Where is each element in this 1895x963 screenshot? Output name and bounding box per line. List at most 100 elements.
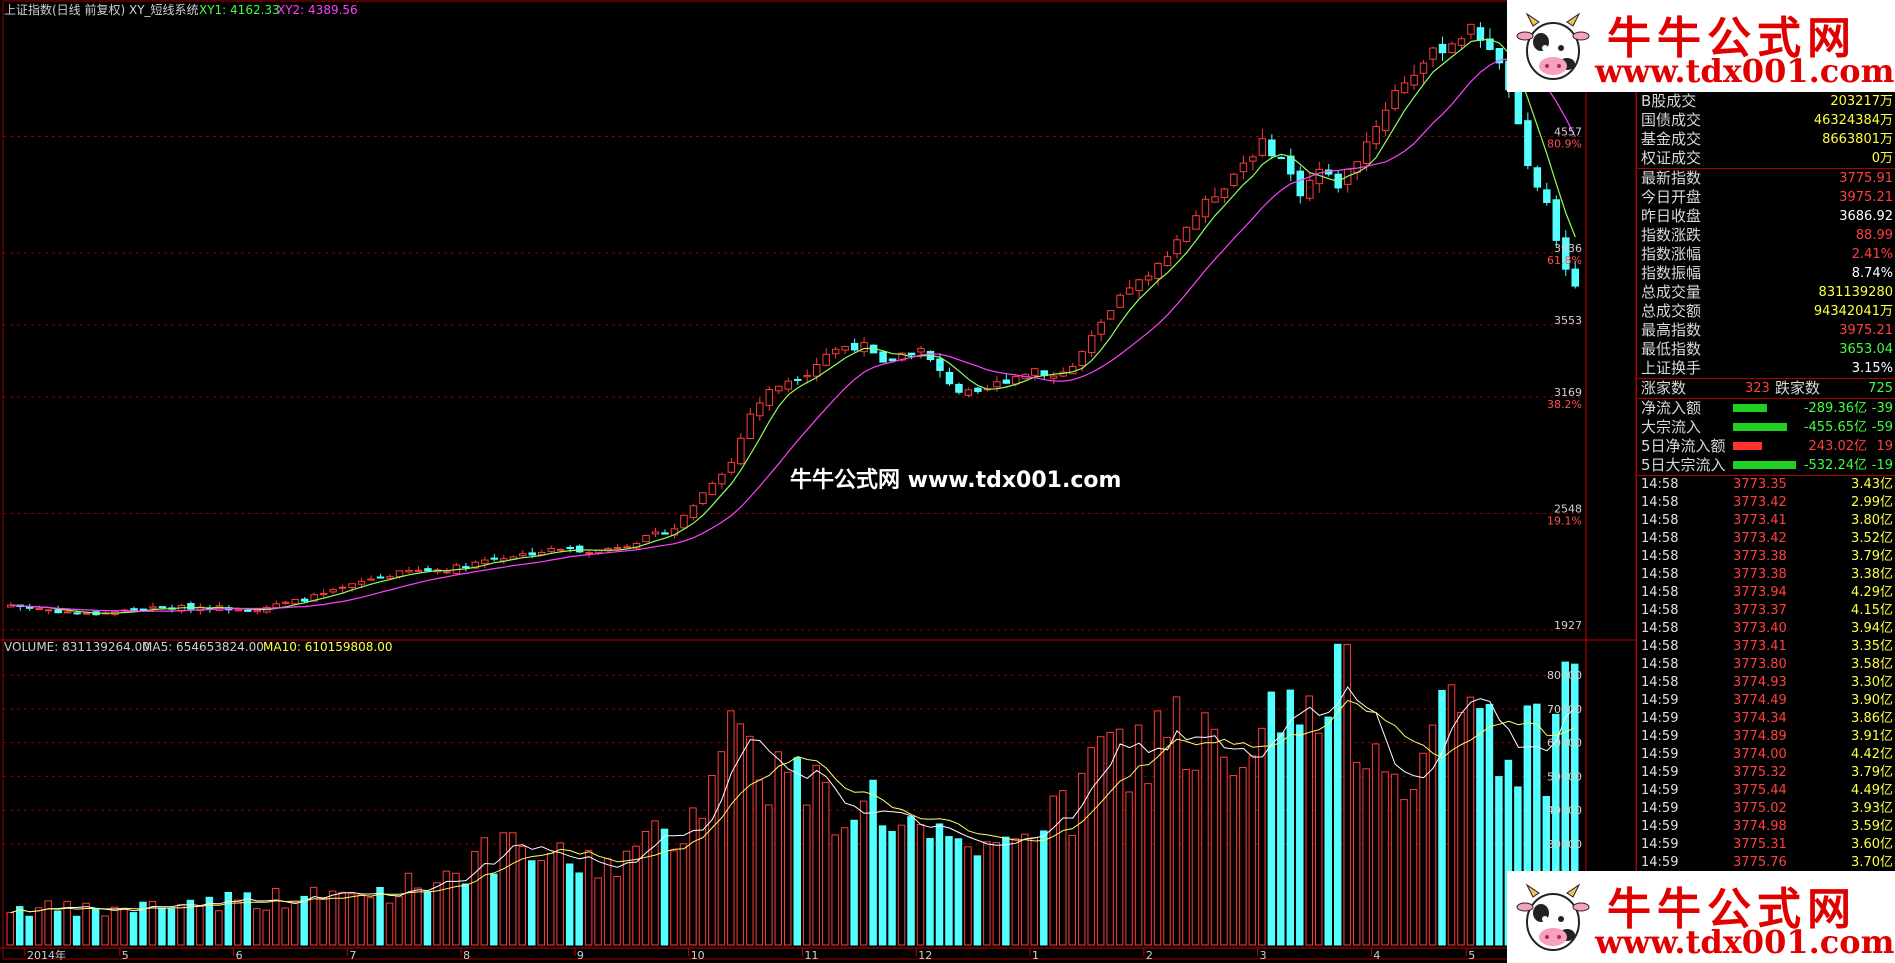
candle-body bbox=[1571, 268, 1579, 287]
volume-bar bbox=[461, 883, 470, 946]
volume-bar bbox=[954, 838, 963, 946]
volume-bar bbox=[594, 877, 602, 946]
volume-bar bbox=[717, 751, 726, 946]
volume-bar bbox=[395, 896, 403, 946]
tick-row[interactable]: 14:58 3773.41 3.35亿 bbox=[1637, 638, 1895, 656]
candle-body bbox=[1543, 189, 1551, 203]
candle-body bbox=[775, 385, 783, 392]
tick-row[interactable]: 14:58 3773.94 4.29亿 bbox=[1637, 584, 1895, 602]
candle-body bbox=[1154, 262, 1162, 279]
candle-body bbox=[300, 598, 309, 602]
market-row-value: 46324384万 bbox=[1813, 113, 1893, 128]
fib-level-label: 38.2% bbox=[1547, 398, 1582, 411]
tick-row[interactable]: 14:58 3773.38 3.79亿 bbox=[1637, 548, 1895, 566]
volume-bar bbox=[480, 837, 489, 946]
volume-bar bbox=[641, 830, 650, 946]
kline-chart[interactable]: 455780.9%393661.8%3553316938.2%254819.1%… bbox=[0, 0, 1895, 963]
volume-bar bbox=[1106, 731, 1114, 946]
candle-body bbox=[1050, 375, 1058, 379]
candle-body bbox=[850, 342, 859, 351]
volume-bar bbox=[935, 823, 944, 946]
tick-row[interactable]: 14:59 3775.76 3.70亿 bbox=[1637, 854, 1895, 872]
candle-body bbox=[1277, 156, 1286, 159]
volume-bar bbox=[1239, 767, 1247, 946]
candle-body bbox=[642, 534, 650, 543]
candle-body bbox=[1524, 120, 1532, 167]
tick-row[interactable]: 14:58 3773.40 3.94亿 bbox=[1637, 620, 1895, 638]
tick-price: 3773.41 bbox=[1733, 639, 1787, 654]
volume-bar bbox=[234, 899, 242, 946]
tick-volume: 3.60亿 bbox=[1851, 837, 1893, 852]
site-logo-top[interactable]: 牛牛公式网 www.tdx001.com bbox=[1507, 0, 1895, 92]
tick-row[interactable]: 14:58 3774.93 3.30亿 bbox=[1637, 674, 1895, 692]
tick-row[interactable]: 14:58 3773.80 3.58亿 bbox=[1637, 656, 1895, 674]
candle-body bbox=[651, 531, 660, 535]
tick-row[interactable]: 14:58 3773.38 3.38亿 bbox=[1637, 566, 1895, 584]
price-tick-label: 3553 bbox=[1554, 314, 1582, 327]
tick-price: 3774.93 bbox=[1733, 675, 1787, 690]
candle-body bbox=[1467, 23, 1475, 35]
tick-row[interactable]: 14:58 3773.37 4.15亿 bbox=[1637, 602, 1895, 620]
index-row-label: 总成交额 bbox=[1641, 302, 1702, 320]
volume-bar bbox=[859, 800, 868, 946]
tick-row[interactable]: 14:59 3775.32 3.79亿 bbox=[1637, 764, 1895, 782]
tick-time: 14:59 bbox=[1641, 801, 1679, 816]
tick-time: 14:58 bbox=[1641, 603, 1679, 618]
tick-row[interactable]: 14:59 3774.89 3.91亿 bbox=[1637, 728, 1895, 746]
candle-body bbox=[244, 609, 252, 612]
volume-bar bbox=[793, 757, 801, 946]
candle-body bbox=[1097, 321, 1105, 335]
tick-row[interactable]: 14:58 3773.41 3.80亿 bbox=[1637, 512, 1895, 530]
price-ma-slow-line bbox=[10, 57, 1576, 612]
tick-row[interactable]: 14:59 3775.44 4.49亿 bbox=[1637, 782, 1895, 800]
tick-row[interactable]: 14:59 3775.31 3.60亿 bbox=[1637, 836, 1895, 854]
volume-bar bbox=[196, 905, 204, 946]
fib-level-label: 61.8% bbox=[1547, 254, 1582, 267]
volume-bar bbox=[177, 903, 185, 946]
tick-row[interactable]: 14:58 3773.42 2.99亿 bbox=[1637, 494, 1895, 512]
xy1-label: XY1: 4162.33 bbox=[199, 3, 280, 17]
candle-body bbox=[1182, 226, 1191, 242]
capital-flow: 净流入额 -289.36亿 -39 大宗流入 -455.65亿 -59 5日净流入额 243.… bbox=[1637, 399, 1895, 475]
date-tick-label: 5 bbox=[122, 949, 129, 962]
site-logo-bottom[interactable]: 牛牛公式网 www.tdx001.com bbox=[1507, 871, 1895, 963]
volume-bar bbox=[1040, 830, 1048, 946]
tick-row[interactable]: 14:59 3775.02 3.93亿 bbox=[1637, 800, 1895, 818]
volume-bar bbox=[1210, 728, 1219, 946]
tick-row[interactable]: 14:59 3774.49 3.90亿 bbox=[1637, 692, 1895, 710]
volume-bar bbox=[689, 807, 697, 946]
flow-bar bbox=[1733, 461, 1796, 469]
candle-body bbox=[73, 612, 81, 615]
candle-body bbox=[1211, 196, 1219, 203]
volume-bar bbox=[376, 886, 384, 946]
candle-body bbox=[528, 552, 536, 556]
volume-bar bbox=[1495, 776, 1503, 946]
candle-body bbox=[424, 568, 432, 572]
candle-body bbox=[1457, 38, 1466, 46]
price-ma-fast-line bbox=[10, 38, 1576, 614]
candle-body bbox=[481, 559, 489, 564]
tick-row[interactable]: 14:58 3773.35 3.43亿 bbox=[1637, 476, 1895, 494]
candle-body bbox=[82, 612, 91, 615]
tick-row[interactable]: 14:59 3774.34 3.86亿 bbox=[1637, 710, 1895, 728]
tick-list[interactable]: 14:58 3773.35 3.43亿 14:58 3773.42 2.99亿 14:58 3… bbox=[1637, 476, 1895, 872]
price-grid bbox=[3, 136, 1586, 631]
tick-time: 14:58 bbox=[1641, 657, 1679, 672]
volume-bar bbox=[708, 774, 716, 946]
tick-price: 3773.35 bbox=[1733, 477, 1787, 492]
flow-value: -455.65亿 bbox=[1803, 420, 1867, 435]
index-summary: 最新指数 3775.91 今日开盘 3975.21 昨日收盘 3686.92 指数涨跌 88.… bbox=[1637, 169, 1895, 378]
tick-row[interactable]: 14:59 3774.00 4.42亿 bbox=[1637, 746, 1895, 764]
volume-bar bbox=[158, 907, 166, 946]
volume-bar bbox=[1381, 771, 1389, 946]
volume-bar bbox=[1419, 752, 1427, 946]
index-row-label: 最新指数 bbox=[1641, 169, 1702, 187]
tick-row[interactable]: 14:59 3774.98 3.59亿 bbox=[1637, 818, 1895, 836]
candle-body bbox=[727, 461, 736, 473]
tick-time: 14:59 bbox=[1641, 837, 1679, 852]
volume-bar bbox=[1438, 689, 1446, 946]
index-row: 今日开盘 3975.21 bbox=[1637, 188, 1895, 207]
tick-time: 14:59 bbox=[1641, 711, 1679, 726]
tick-row[interactable]: 14:58 3773.42 3.52亿 bbox=[1637, 530, 1895, 548]
volume-bar bbox=[660, 828, 669, 946]
